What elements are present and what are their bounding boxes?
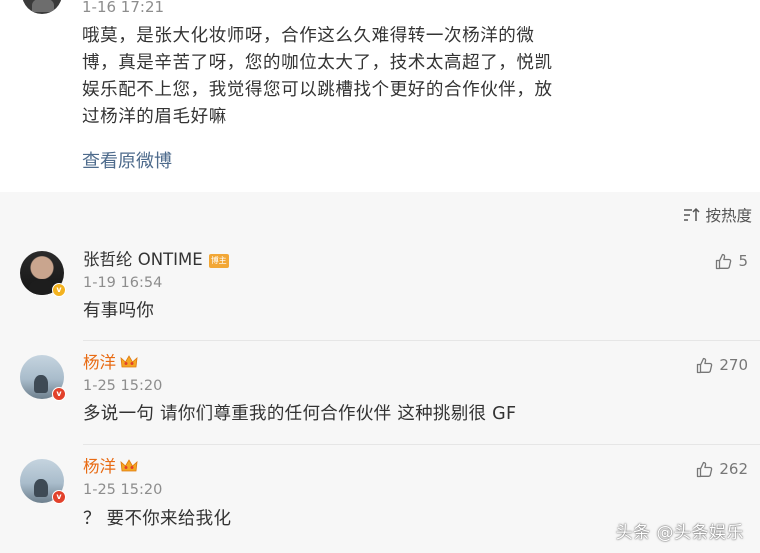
- blogger-tag-badge: 博主: [208, 254, 229, 268]
- thumbs-up-icon: [697, 461, 713, 477]
- thumbs-up-icon: [716, 253, 732, 269]
- post-timestamp: 1-16 17:21: [82, 0, 165, 16]
- vip-crown-icon: [120, 459, 138, 472]
- like-button[interactable]: 262: [696, 460, 748, 478]
- verified-badge-icon: v: [52, 283, 66, 297]
- comment-divider: [83, 340, 760, 341]
- comment-divider: [83, 444, 760, 445]
- like-count: 262: [719, 460, 748, 478]
- sort-bar: 按热度: [0, 192, 760, 236]
- thumbs-up-icon: [697, 357, 713, 373]
- like-button[interactable]: 270: [696, 356, 748, 374]
- comment-timestamp: 1-25 15:20: [83, 378, 163, 394]
- comment-timestamp: 1-25 15:20: [83, 482, 163, 498]
- commenter-name[interactable]: 杨洋: [83, 457, 138, 477]
- verified-badge-icon: v: [52, 387, 66, 401]
- post-card: 1-16 17:21 哦莫，是张大化妆师呀，合作这么久难得转一次杨洋的微博，真是…: [0, 0, 760, 192]
- comment-text: 有事吗你: [83, 301, 155, 321]
- commenter-name[interactable]: 杨洋: [83, 353, 138, 373]
- post-body-text: 哦莫，是张大化妆师呀，合作这么久难得转一次杨洋的微博，真是辛苦了呀，您的咖位太大…: [82, 26, 553, 127]
- comment-text: ？ 要不你来给我化: [83, 509, 232, 529]
- commenter-name[interactable]: 张哲纶 ONTIME 博主: [83, 250, 229, 270]
- sort-label: 按热度: [705, 207, 752, 225]
- sort-by-hot-button[interactable]: 按热度: [683, 204, 752, 226]
- vip-crown-icon: [120, 355, 138, 368]
- comment-timestamp: 1-19 16:54: [83, 275, 163, 291]
- verified-badge-icon: v: [52, 490, 66, 504]
- commenter-name-text: 杨洋: [83, 353, 116, 372]
- commenter-name-text: 张哲纶 ONTIME: [83, 250, 203, 269]
- post-author-avatar[interactable]: [22, 0, 62, 14]
- like-count: 270: [719, 356, 748, 374]
- view-original-weibo-link[interactable]: 查看原微博: [82, 150, 172, 174]
- sort-icon: [684, 207, 701, 221]
- comments-section: 按热度 v 张哲纶 ONTIME 博主 1-19 16:54 有事吗你 5 v 杨…: [0, 192, 760, 553]
- like-count: 5: [738, 252, 748, 270]
- source-watermark: 头条 @头条娱乐: [615, 523, 744, 543]
- commenter-name-text: 杨洋: [83, 457, 116, 476]
- comment-text: 多说一句 请你们尊重我的任何合作伙伴 这种挑剔很 GF: [83, 404, 517, 424]
- like-button[interactable]: 5: [715, 252, 748, 270]
